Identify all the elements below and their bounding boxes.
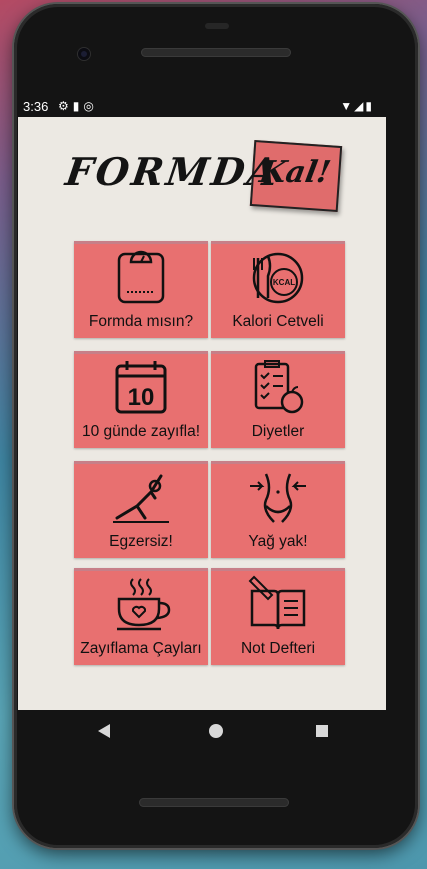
- earpiece: [205, 23, 229, 29]
- tile-label: Kalori Cetveli: [232, 313, 324, 330]
- tile-diyetler[interactable]: Diyetler: [211, 351, 345, 448]
- top-speaker: [141, 48, 291, 57]
- app-screen: FORMDA Kal! Formda mısın? KCAL Kalori Ce…: [18, 117, 386, 710]
- home-icon[interactable]: [209, 724, 223, 738]
- tile-kalori-cetveli[interactable]: KCAL Kalori Cetveli: [211, 241, 345, 338]
- tile-label: Zayıflama Çayları: [80, 640, 202, 657]
- diet-checklist-icon: [254, 360, 304, 414]
- bottom-speaker: [139, 798, 289, 807]
- scale-icon: [117, 250, 165, 304]
- menu-grid: Formda mısın? KCAL Kalori Cetveli 10 10 …: [18, 117, 386, 710]
- tile-label: Not Defteri: [240, 640, 316, 657]
- tile-label: 10 günde zayıfla!: [81, 423, 201, 440]
- back-icon[interactable]: [98, 724, 110, 738]
- tile-10-gunde-zayifla[interactable]: 10 10 günde zayıfla!: [74, 351, 208, 448]
- notification-icons: ⚙▮◎: [58, 99, 98, 113]
- tile-yag-yak[interactable]: Yağ yak!: [211, 461, 345, 558]
- tile-label: Formda mısın?: [88, 313, 194, 330]
- tile-not-defteri[interactable]: Not Defteri: [211, 568, 345, 665]
- system-icons: ▼◢▮: [340, 99, 374, 113]
- tile-egzersiz[interactable]: Egzersiz!: [74, 461, 208, 558]
- tile-label: Egzersiz!: [109, 533, 173, 550]
- tile-formda-misin[interactable]: Formda mısın?: [74, 241, 208, 338]
- sync-icon: ◎: [83, 99, 98, 113]
- navigation-bar: [18, 710, 386, 754]
- battery-icon: ▮: [365, 99, 374, 113]
- svg-text:10: 10: [128, 384, 155, 411]
- tile-label: Yağ yak!: [248, 533, 308, 550]
- svg-text:KCAL: KCAL: [273, 278, 295, 287]
- calendar-10-icon: 10: [115, 361, 167, 414]
- tile-label: Diyetler: [251, 423, 305, 440]
- kcal-plate-icon: KCAL: [252, 252, 304, 304]
- waist-icon: [250, 473, 306, 523]
- notebook-icon: [248, 575, 306, 630]
- gear-icon: ⚙: [58, 99, 73, 113]
- signal-icon: ◢: [354, 99, 366, 113]
- sd-card-icon: ▮: [72, 99, 84, 113]
- tile-zayiflama-caylari[interactable]: Zayıflama Çayları: [74, 568, 208, 665]
- exercise-icon: [113, 474, 169, 523]
- recents-icon[interactable]: [316, 725, 328, 737]
- front-camera: [78, 48, 90, 60]
- tea-cup-icon: [117, 578, 171, 631]
- status-bar: 3:36 ⚙▮◎ ▼◢▮: [18, 96, 386, 118]
- wifi-icon: ▼: [340, 99, 355, 113]
- status-time: 3:36: [23, 99, 49, 114]
